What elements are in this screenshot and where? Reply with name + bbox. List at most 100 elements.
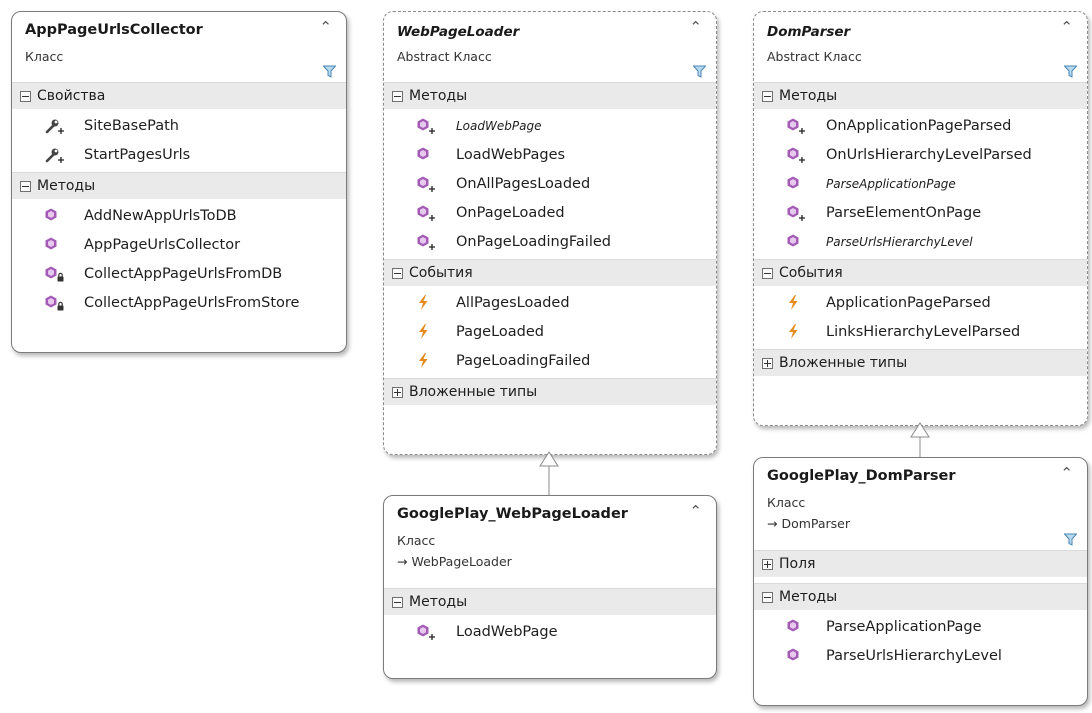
class-header: AppPageUrlsCollector Класс ⌃ <box>12 12 346 82</box>
collapse-section-icon[interactable] <box>392 267 403 279</box>
section-label: События <box>779 265 843 281</box>
class-box-googleplay-dom-parser[interactable]: GooglePlay_DomParser Класс → DomParser ⌃… <box>753 457 1088 706</box>
member-page-loading-failed[interactable]: PageLoadingFailed <box>384 346 716 375</box>
collapse-section-icon[interactable] <box>392 90 403 102</box>
member-parse-urls-hierarchy-level[interactable]: ParseUrlsHierarchyLevel <box>754 641 1087 670</box>
class-title: AppPageUrlsCollector <box>25 22 203 38</box>
section-properties-header[interactable]: Свойства <box>12 82 346 109</box>
section-label: Вложенные типы <box>409 384 538 400</box>
member-parse-application-page[interactable]: ParseApplicationPage <box>754 169 1087 198</box>
methods-list: LoadWebPage LoadWebPages OnAllPagesLoade… <box>384 109 716 259</box>
expand-section-icon[interactable] <box>762 558 773 570</box>
event-icon <box>416 352 442 370</box>
class-header: GooglePlay_WebPageLoader Класс → WebPage… <box>384 496 716 588</box>
class-box-web-page-loader[interactable]: WebPageLoader Abstract Класс ⌃ Методы Lo… <box>383 11 717 455</box>
class-kind: Класс <box>25 49 64 64</box>
section-events-header[interactable]: События <box>384 259 716 286</box>
class-kind: Abstract Класс <box>767 49 862 64</box>
member-on-page-loaded[interactable]: OnPageLoaded <box>384 198 716 227</box>
method-protected-icon <box>786 146 812 164</box>
member-label: ParseUrlsHierarchyLevel <box>826 234 973 249</box>
class-header: WebPageLoader Abstract Класс ⌃ <box>384 12 716 82</box>
collapse-section-icon[interactable] <box>20 180 31 192</box>
property-protected-icon <box>44 146 70 164</box>
member-page-loaded[interactable]: PageLoaded <box>384 317 716 346</box>
class-box-dom-parser[interactable]: DomParser Abstract Класс ⌃ Методы OnAppl… <box>753 11 1088 426</box>
base-class-label: → WebPageLoader <box>397 554 512 569</box>
methods-list: OnApplicationPageParsed OnUrlsHierarchyL… <box>754 109 1087 259</box>
member-label: OnAllPagesLoaded <box>456 175 591 192</box>
collapse-chevron-icon[interactable]: ⌃ <box>689 20 702 35</box>
inheritance-arrow-loader <box>539 451 559 497</box>
member-parse-application-page[interactable]: ParseApplicationPage <box>754 612 1087 641</box>
member-label: LoadWebPage <box>456 118 542 133</box>
expand-section-icon[interactable] <box>392 386 403 398</box>
section-methods-header[interactable]: Методы <box>384 82 716 109</box>
method-protected-icon <box>416 175 442 193</box>
member-label: ApplicationPageParsed <box>826 294 991 311</box>
method-icon <box>786 233 812 251</box>
collapse-chevron-icon[interactable]: ⌃ <box>1060 20 1073 35</box>
collapse-section-icon[interactable] <box>20 90 31 102</box>
class-kind: Abstract Класс <box>397 49 492 64</box>
method-protected-icon <box>786 117 812 135</box>
member-links-hierarchy-level-parsed[interactable]: LinksHierarchyLevelParsed <box>754 317 1087 346</box>
collapse-chevron-icon[interactable]: ⌃ <box>689 504 702 519</box>
member-site-base-path[interactable]: SiteBasePath <box>12 111 346 140</box>
member-on-all-pages-loaded[interactable]: OnAllPagesLoaded <box>384 169 716 198</box>
section-nested-types-header[interactable]: Вложенные типы <box>384 378 716 405</box>
method-icon <box>44 207 70 225</box>
collapse-chevron-icon[interactable]: ⌃ <box>319 20 332 35</box>
filter-icon[interactable] <box>1064 533 1077 546</box>
collapse-section-icon[interactable] <box>392 596 403 608</box>
member-load-web-pages[interactable]: LoadWebPages <box>384 140 716 169</box>
event-icon <box>786 323 812 341</box>
section-events-header[interactable]: События <box>754 259 1087 286</box>
section-label: Методы <box>779 88 838 104</box>
section-methods-header[interactable]: Методы <box>12 172 346 199</box>
member-label: OnUrlsHierarchyLevelParsed <box>826 146 1032 163</box>
member-app-page-urls-collector[interactable]: AppPageUrlsCollector <box>12 230 346 259</box>
member-label: OnApplicationPageParsed <box>826 117 1012 134</box>
section-methods-header[interactable]: Методы <box>754 82 1087 109</box>
member-all-pages-loaded[interactable]: AllPagesLoaded <box>384 288 716 317</box>
member-collect-app-page-urls-from-db[interactable]: CollectAppPageUrlsFromDB <box>12 259 346 288</box>
member-on-urls-hierarchy-level-parsed[interactable]: OnUrlsHierarchyLevelParsed <box>754 140 1087 169</box>
member-label: OnPageLoadingFailed <box>456 233 611 250</box>
class-box-googleplay-web-page-loader[interactable]: GooglePlay_WebPageLoader Класс → WebPage… <box>383 495 717 679</box>
section-methods-header[interactable]: Методы <box>754 583 1087 610</box>
section-methods-header[interactable]: Методы <box>384 588 716 615</box>
method-protected-icon <box>786 204 812 222</box>
member-on-page-loading-failed[interactable]: OnPageLoadingFailed <box>384 227 716 256</box>
member-load-web-page[interactable]: LoadWebPage <box>384 617 716 646</box>
method-icon <box>786 175 812 193</box>
methods-list: ParseApplicationPage ParseUrlsHierarchyL… <box>754 610 1087 673</box>
filter-icon[interactable] <box>1064 65 1077 78</box>
collapse-section-icon[interactable] <box>762 267 773 279</box>
member-parse-urls-hierarchy-level[interactable]: ParseUrlsHierarchyLevel <box>754 227 1087 256</box>
section-nested-types-header[interactable]: Вложенные типы <box>754 349 1087 376</box>
method-protected-icon <box>416 233 442 251</box>
member-on-application-page-parsed[interactable]: OnApplicationPageParsed <box>754 111 1087 140</box>
member-start-pages-urls[interactable]: StartPagesUrls <box>12 140 346 169</box>
methods-list: AddNewAppUrlsToDB AppPageUrlsCollector C… <box>12 199 346 320</box>
methods-list: LoadWebPage <box>384 615 716 649</box>
event-icon <box>416 323 442 341</box>
section-fields-header[interactable]: Поля <box>754 550 1087 577</box>
section-label: События <box>409 265 473 281</box>
method-private-icon <box>44 265 70 283</box>
class-box-app-page-urls-collector[interactable]: AppPageUrlsCollector Класс ⌃ Свойства Si… <box>11 11 347 353</box>
member-load-web-page[interactable]: LoadWebPage <box>384 111 716 140</box>
member-collect-app-page-urls-from-store[interactable]: CollectAppPageUrlsFromStore <box>12 288 346 317</box>
member-application-page-parsed[interactable]: ApplicationPageParsed <box>754 288 1087 317</box>
section-label: Методы <box>409 88 468 104</box>
collapse-chevron-icon[interactable]: ⌃ <box>1060 466 1073 481</box>
collapse-section-icon[interactable] <box>762 591 773 603</box>
member-parse-element-on-page[interactable]: ParseElementOnPage <box>754 198 1087 227</box>
filter-icon[interactable] <box>323 65 336 78</box>
member-add-new-app-urls-to-db[interactable]: AddNewAppUrlsToDB <box>12 201 346 230</box>
class-kind: Класс <box>397 533 436 548</box>
collapse-section-icon[interactable] <box>762 90 773 102</box>
expand-section-icon[interactable] <box>762 357 773 369</box>
filter-icon[interactable] <box>693 65 706 78</box>
